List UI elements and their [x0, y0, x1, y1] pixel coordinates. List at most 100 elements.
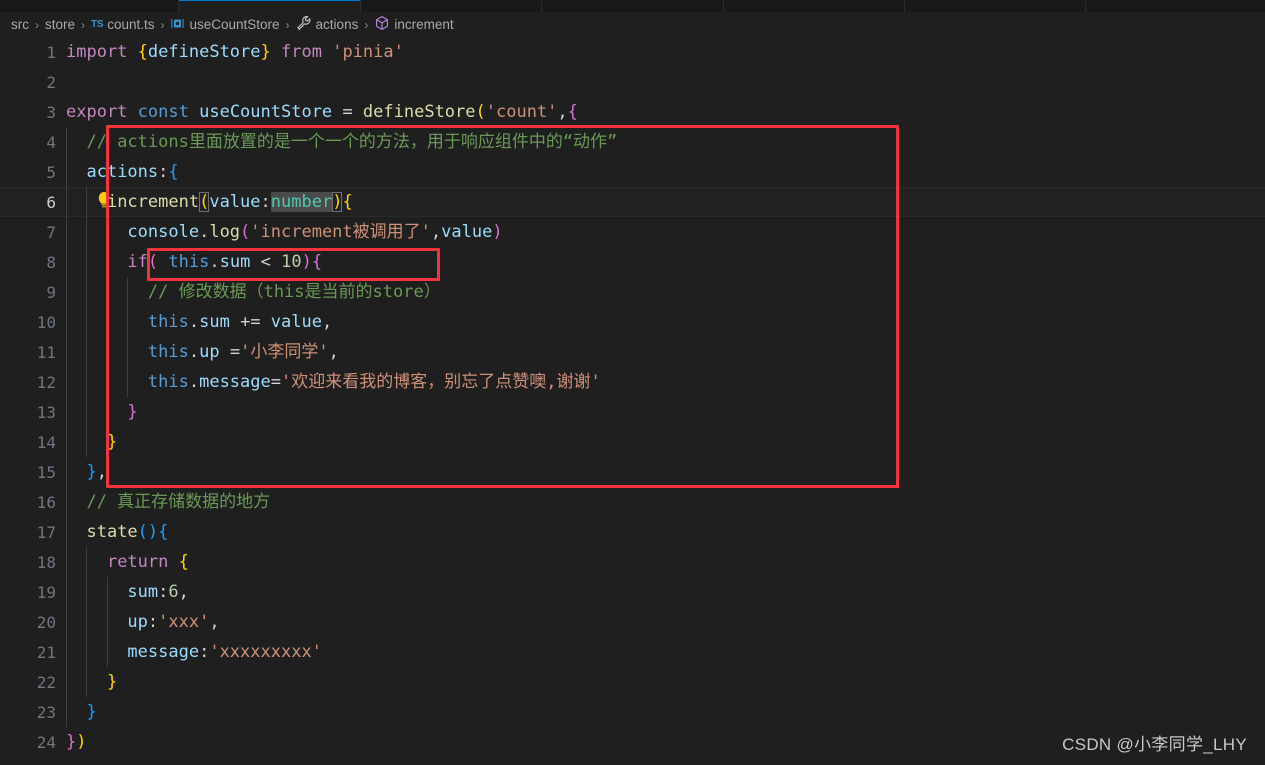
line-number: 14 — [36, 432, 56, 452]
editor-tab-0[interactable] — [0, 0, 179, 12]
line-number: 4 — [46, 132, 56, 152]
code-line-content[interactable]: // actions里面放置的是一个一个的方法，用于响应组件中的“动作” — [66, 127, 1265, 157]
code-line[interactable]: 6 increment(value:number){ — [0, 187, 1265, 217]
lightbulb-icon[interactable] — [96, 190, 112, 210]
code-line-content[interactable]: export const useCountStore = defineStore… — [66, 97, 1265, 127]
code-line[interactable]: 15 }, — [0, 457, 1265, 487]
code-token: this — [168, 252, 210, 272]
editor-tab-3[interactable] — [542, 0, 724, 12]
editor-tab-5[interactable] — [905, 0, 1086, 12]
code-line-content[interactable]: } — [66, 697, 1265, 727]
code-line[interactable]: 12 this.message='欢迎来看我的博客，别忘了点赞噢,谢谢' — [0, 367, 1265, 397]
code-line-content[interactable]: actions:{ — [66, 157, 1265, 187]
indent-guide — [66, 307, 67, 337]
indent-guide — [86, 397, 88, 427]
code-line-content[interactable]: }, — [66, 457, 1265, 487]
code-token: '小李同学' — [240, 342, 329, 362]
code-token: : — [147, 612, 159, 632]
indent-guide — [106, 247, 108, 277]
code-token: : — [199, 642, 210, 662]
breadcrumb-item-usecountstore[interactable]: useCountStore — [170, 16, 280, 34]
code-line-content[interactable]: import {defineStore} from 'pinia' — [66, 37, 1265, 67]
editor-tab-1[interactable] — [179, 0, 361, 12]
code-token: value — [441, 222, 493, 242]
code-line[interactable]: 19 sum:6, — [0, 577, 1265, 607]
code-line-content[interactable]: state(){ — [66, 517, 1265, 547]
code-token: < — [260, 252, 271, 272]
code-line[interactable]: 2 — [0, 67, 1265, 97]
code-token: // 修改数据（this是当前的store） — [66, 282, 441, 302]
code-line-content[interactable]: message:'xxxxxxxxx' — [66, 637, 1265, 667]
code-line[interactable]: 5 actions:{ — [0, 157, 1265, 187]
breadcrumb-item-increment[interactable]: increment — [374, 15, 454, 34]
code-line[interactable]: 20 up:'xxx', — [0, 607, 1265, 637]
code-token: ) — [332, 192, 343, 212]
code-token: defineStore — [147, 42, 261, 62]
code-token: = — [270, 372, 281, 392]
breadcrumb-item-store[interactable]: store — [45, 17, 75, 32]
code-line-content[interactable]: sum:6, — [66, 577, 1265, 607]
code-token: } — [127, 402, 138, 422]
code-line[interactable]: 1 import {defineStore} from 'pinia' — [0, 37, 1265, 67]
breadcrumb[interactable]: src › store › TS count.ts › useCountStore › actio… — [0, 12, 1265, 37]
code-line-content[interactable]: if( this.sum < 10){ — [66, 247, 1265, 277]
code-line-content[interactable] — [66, 67, 1265, 97]
indent-guide — [106, 637, 108, 667]
code-line[interactable]: 16 // 真正存储数据的地方 — [0, 487, 1265, 517]
code-editor[interactable]: 1 import {defineStore} from 'pinia' 2 3 expo… — [0, 37, 1265, 765]
code-line-content[interactable]: this.sum += value, — [66, 307, 1265, 337]
code-line-content[interactable]: } — [66, 667, 1265, 697]
indent-guide — [106, 337, 108, 367]
code-tokens: console.log('increment被调用了',value) — [66, 222, 502, 242]
code-line-content[interactable]: // 修改数据（this是当前的store） — [66, 277, 1265, 307]
breadcrumb-item-count-ts[interactable]: TS count.ts — [91, 17, 154, 32]
code-line-content[interactable]: // 真正存储数据的地方 — [66, 487, 1265, 517]
code-line-content[interactable]: return { — [66, 547, 1265, 577]
code-line-content[interactable]: } — [66, 427, 1265, 457]
code-line[interactable]: 18 return { — [0, 547, 1265, 577]
code-line[interactable]: 22 } — [0, 667, 1265, 697]
editor-scrollbar[interactable] — [1251, 37, 1265, 765]
code-line-content[interactable]: increment(value:number){ — [66, 187, 1265, 217]
code-token: : — [260, 192, 271, 212]
code-line[interactable]: 8 if( this.sum < 10){ — [0, 247, 1265, 277]
code-token: sum — [199, 312, 230, 332]
code-token: actions — [86, 162, 159, 182]
code-token: ( — [240, 222, 251, 242]
editor-tab-2[interactable] — [361, 0, 542, 12]
indent-guide — [127, 337, 129, 367]
code-line[interactable]: 14 } — [0, 427, 1265, 457]
line-number: 3 — [46, 102, 56, 122]
line-number: 23 — [36, 702, 56, 722]
breadcrumb-item-label: src — [11, 17, 29, 32]
indent-guide — [106, 277, 108, 307]
code-line[interactable]: 3 export const useCountStore = defineStor… — [0, 97, 1265, 127]
breadcrumb-item-actions[interactable]: actions — [296, 15, 358, 34]
code-line-content[interactable]: this.up ='小李同学', — [66, 337, 1265, 367]
line-number: 15 — [36, 462, 56, 482]
code-line[interactable]: 17 state(){ — [0, 517, 1265, 547]
code-line[interactable]: 13 } — [0, 397, 1265, 427]
code-line-content[interactable]: } — [66, 397, 1265, 427]
code-line-content[interactable]: up:'xxx', — [66, 607, 1265, 637]
code-token: { — [567, 102, 578, 122]
code-line[interactable]: 11 this.up ='小李同学', — [0, 337, 1265, 367]
code-line[interactable]: 21 message:'xxxxxxxxx' — [0, 637, 1265, 667]
code-tokens: } — [66, 432, 117, 452]
indent-guide — [66, 637, 67, 667]
code-line-content[interactable]: console.log('increment被调用了',value) — [66, 217, 1265, 247]
csdn-watermark: CSDN @小李同学_LHY — [1062, 735, 1247, 754]
code-line[interactable]: 4 // actions里面放置的是一个一个的方法，用于响应组件中的“动作” — [0, 127, 1265, 157]
code-token: log — [209, 222, 241, 242]
code-line[interactable]: 10 this.sum += value, — [0, 307, 1265, 337]
code-token: . — [199, 222, 210, 242]
code-line[interactable]: 9 // 修改数据（this是当前的store） — [0, 277, 1265, 307]
code-line[interactable]: 7 console.log('increment被调用了',value) — [0, 217, 1265, 247]
code-line[interactable]: 23 } — [0, 697, 1265, 727]
code-line-content[interactable]: this.message='欢迎来看我的博客，别忘了点赞噢,谢谢' — [66, 367, 1265, 397]
editor-tab-4[interactable] — [724, 0, 905, 12]
breadcrumb-item-src[interactable]: src — [11, 17, 29, 32]
